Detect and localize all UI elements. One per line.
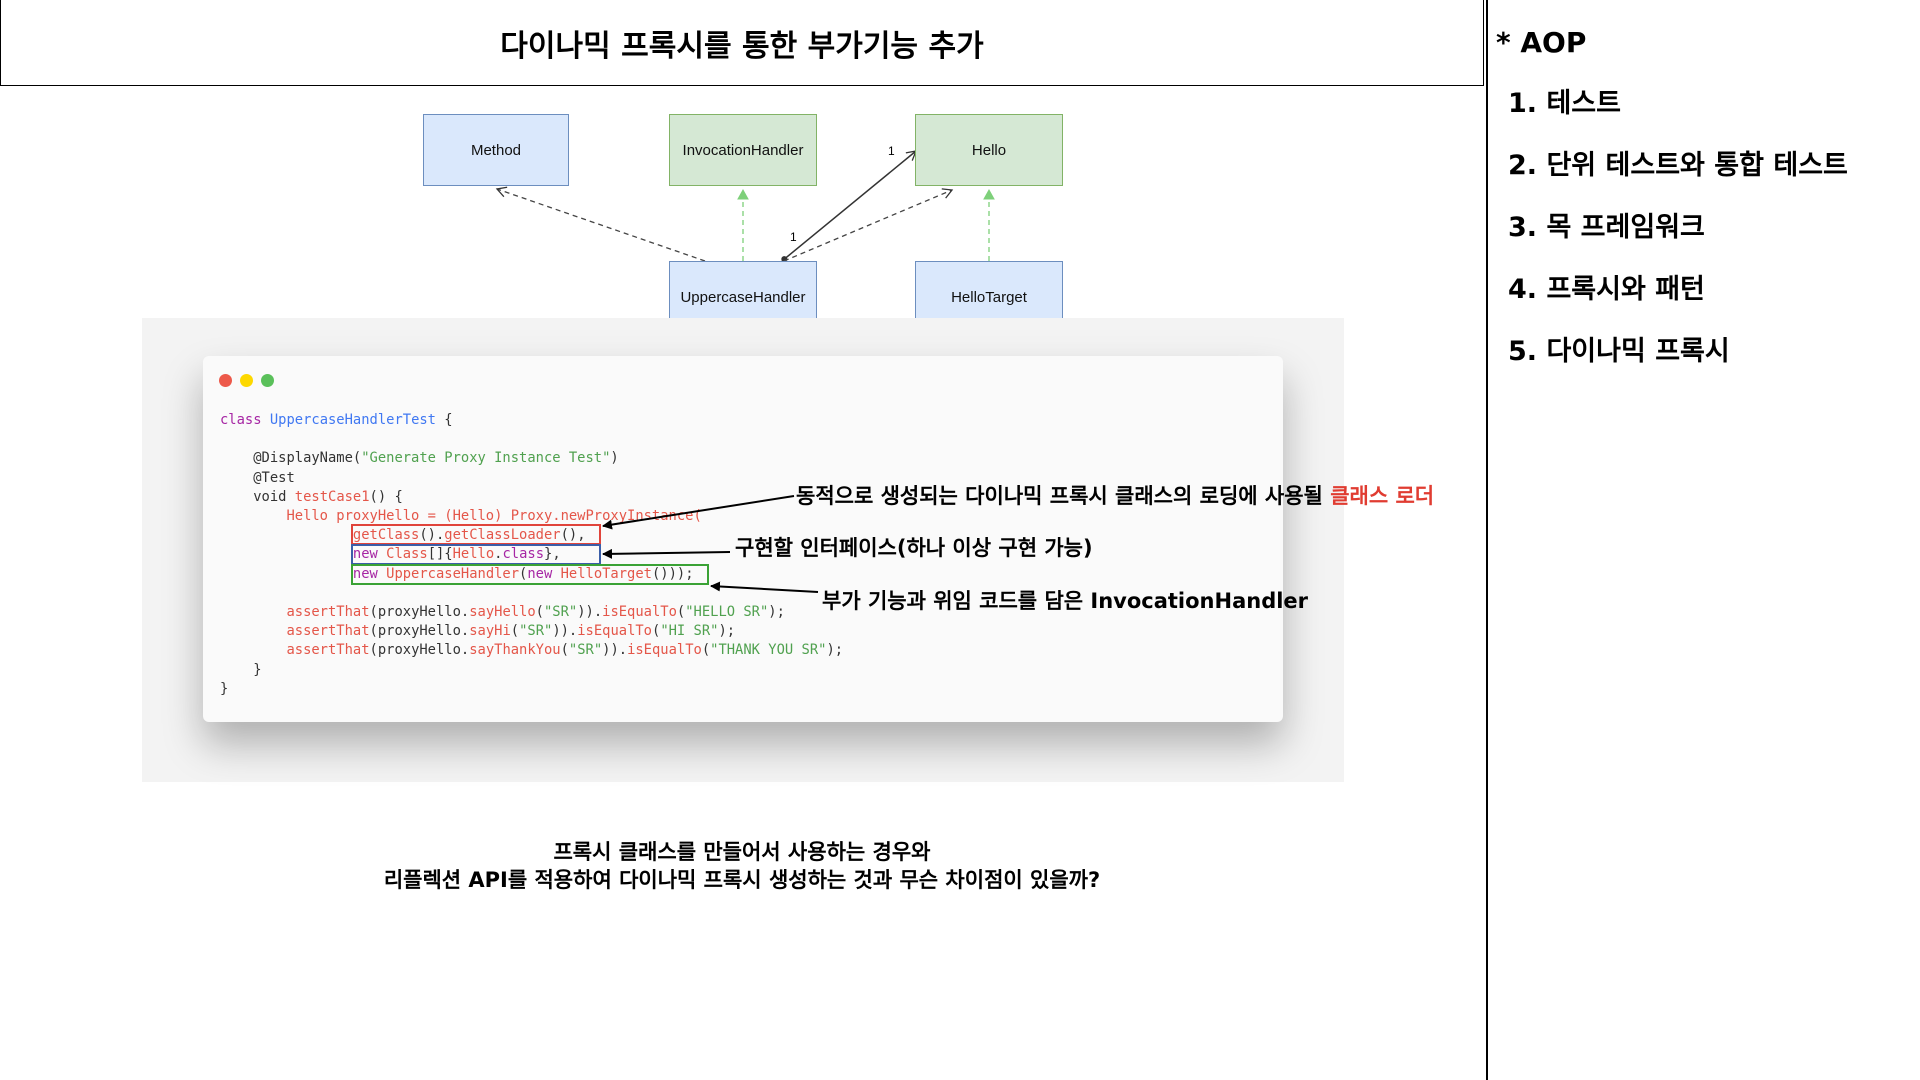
code-token: ); [768, 604, 785, 621]
code-token: assertThat [286, 623, 370, 640]
code-token: "Generate Proxy Instance Test" [361, 450, 611, 467]
code-token: isEqualTo [602, 604, 677, 621]
code-token: "SR" [568, 642, 603, 659]
sidebar-divider [1486, 0, 1488, 1080]
interfaces-highlight-box [351, 544, 601, 565]
code-token: "HELLO SR" [685, 604, 769, 621]
code-token: ( [560, 642, 569, 659]
question-line-2: 리플렉션 API를 적용하여 다이나믹 프록시 생성하는 것과 무슨 차이점이 … [383, 868, 1101, 892]
code-token: testCase1 [294, 488, 370, 505]
code-token: "SR" [519, 623, 553, 640]
sidebar: * AOP 1. 테스트 2. 단위 테스트와 통합 테스트 3. 목 프레임워… [1496, 26, 1916, 391]
code-token: () { [369, 488, 403, 505]
code-token: ); [826, 642, 844, 659]
dependency-method-line [495, 186, 706, 262]
code-token: assertThat [286, 604, 370, 621]
code-token: ( [701, 642, 711, 659]
classloader-annotation-text: 동적으로 생성되는 다이나믹 프록시 클래스의 로딩에 사용될 [796, 484, 1331, 508]
code-token: assertThat [286, 642, 370, 659]
question-line-1: 프록시 클래스를 만들어서 사용하는 경우와 [553, 840, 931, 864]
sidebar-item-test: 1. 테스트 [1508, 88, 1621, 119]
code-token: )). [552, 623, 578, 640]
code-token: )). [602, 642, 628, 659]
code-token: UppercaseHandlerTest [269, 412, 436, 428]
code-token: ( [676, 604, 686, 621]
code-token: (proxyHello. [369, 623, 470, 640]
code-token: ); [718, 623, 736, 640]
code-token: sayHi [469, 623, 511, 640]
multiplicity-label-bottom: 1 [790, 230, 797, 244]
uml-box-hello: Hello [915, 114, 1063, 186]
code-token: "HI SR" [660, 623, 719, 640]
code-token: ( [510, 623, 520, 640]
code-token: void [253, 488, 287, 505]
code-token: Hello proxyHello = (Hello) Proxy.newProx… [286, 508, 702, 525]
code-token: ) [610, 450, 619, 467]
uml-box-invocationhandler: InvocationHandler [669, 114, 817, 186]
discussion-question: 프록시 클래스를 만들어서 사용하는 경우와 리플렉션 API를 적용하여 다이… [0, 838, 1484, 894]
code-token: (proxyHello. [369, 604, 470, 621]
code-token: isEqualTo [577, 623, 652, 640]
interfaces-annotation: 구현할 인터페이스(하나 이상 구현 가능) [735, 536, 1093, 560]
code-token: (proxyHello. [369, 642, 470, 659]
code-token: @Test [253, 469, 295, 486]
handler-annotation: 부가 기능과 위임 코드를 담은 InvocationHandler [822, 589, 1309, 613]
code-token: { [436, 412, 453, 428]
classloader-annotation-highlight: 클래스 로더 [1330, 484, 1435, 508]
multiplicity-label-top: 1 [888, 144, 895, 158]
sidebar-item-proxy-pattern: 4. 프록시와 패턴 [1508, 274, 1705, 305]
sidebar-heading: * AOP [1496, 26, 1587, 59]
code-token: } [253, 661, 262, 678]
code-token: isEqualTo [627, 642, 702, 659]
handler-highlight-box [351, 564, 709, 585]
close-dot-icon [219, 374, 232, 387]
code-token: "SR" [543, 604, 578, 621]
uml-diagram: Method InvocationHandler Hello Uppercase… [0, 0, 1484, 350]
dependency-hello-line [783, 188, 954, 262]
code-token: class [220, 412, 262, 428]
code-token: sayThankYou [469, 642, 561, 659]
minimize-dot-icon [240, 374, 253, 387]
code-token: sayHello [469, 604, 536, 621]
classloader-annotation: 동적으로 생성되는 다이나믹 프록시 클래스의 로딩에 사용될 클래스 로더 [796, 480, 1434, 510]
code-token: @DisplayName( [253, 450, 362, 467]
sidebar-item-dynamic-proxy: 5. 다이나믹 프록시 [1508, 336, 1730, 367]
sidebar-item-unit-integration-test: 2. 단위 테스트와 통합 테스트 [1508, 150, 1848, 181]
code-token: "THANK YOU SR" [710, 642, 827, 659]
classloader-highlight-box [351, 524, 601, 545]
code-token: } [220, 680, 229, 697]
sidebar-item-mock-framework: 3. 목 프레임워크 [1508, 212, 1705, 243]
zoom-dot-icon [261, 374, 274, 387]
uml-box-method: Method [423, 114, 569, 186]
code-token: ( [535, 604, 544, 621]
code-token: )). [577, 604, 603, 621]
